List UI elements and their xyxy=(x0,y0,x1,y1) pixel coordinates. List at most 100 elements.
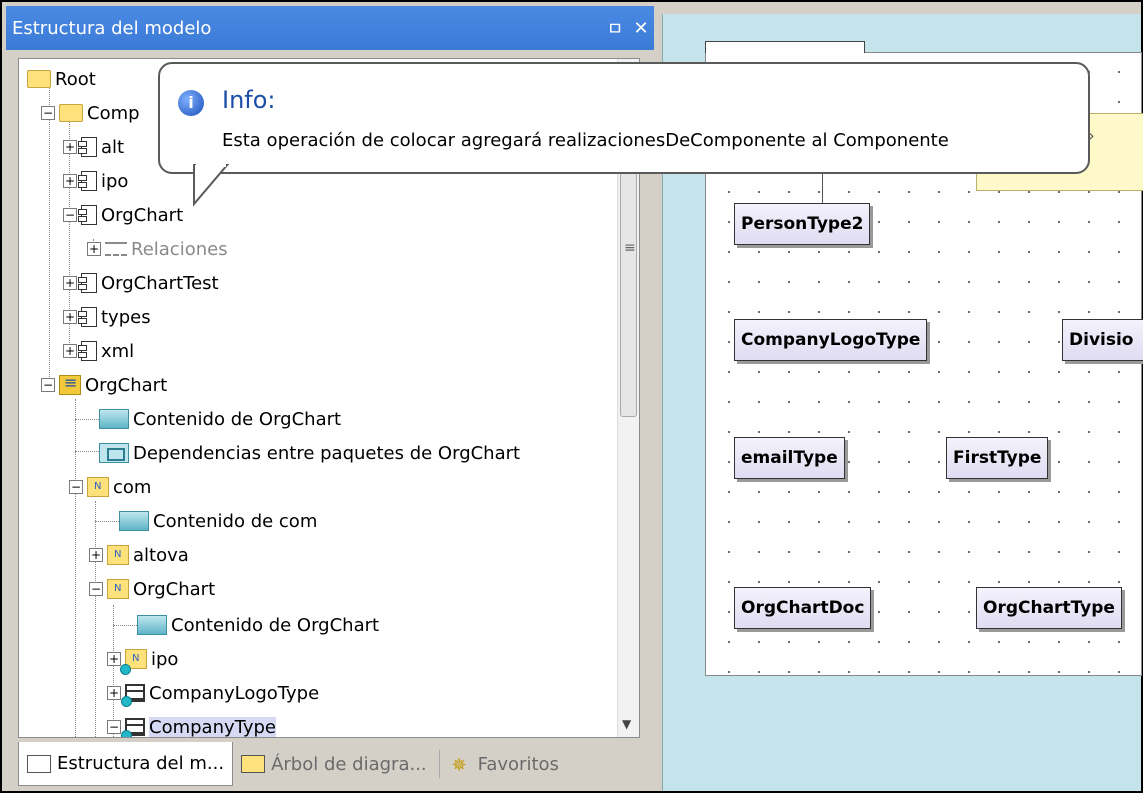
tree-item-label: xml xyxy=(101,340,135,362)
tooltip-text: Esta operación de colocar agregará reali… xyxy=(222,130,949,151)
panel-title: Estructura del modelo xyxy=(12,17,212,39)
diagram-tree-icon xyxy=(241,755,266,773)
class-icon xyxy=(121,684,145,707)
tree-item-label: OrgChart xyxy=(85,374,168,396)
tree-item-altova-component[interactable]: + alt xyxy=(63,131,124,163)
close-icon[interactable]: ✕ xyxy=(628,18,654,39)
tree-item-relations[interactable]: + Relaciones xyxy=(87,233,228,265)
class-name: OrgChartType xyxy=(983,598,1115,618)
tree-item-label: Contenido de com xyxy=(153,510,318,532)
tree-item-companylogotype-class[interactable]: + CompanyLogoType xyxy=(107,677,319,709)
tree-item-orgchart-package-content-diagram[interactable]: Contenido de OrgChart xyxy=(137,609,379,641)
collapse-icon[interactable]: − xyxy=(89,582,103,596)
tab-separator xyxy=(438,750,440,778)
collapse-icon[interactable]: − xyxy=(41,106,55,120)
info-icon: i xyxy=(178,90,204,116)
component-icon xyxy=(78,137,97,157)
tree-item-orgchart-model[interactable]: − OrgChart xyxy=(41,369,167,401)
tree-item-label: Relaciones xyxy=(131,238,228,260)
tree-item-xml-component[interactable]: + xml xyxy=(63,335,134,367)
collapse-icon[interactable]: − xyxy=(69,480,83,494)
class-box-orgcharttype[interactable]: OrgChartType xyxy=(976,587,1122,629)
tree-item-companytype-class[interactable]: − CompanyType xyxy=(107,711,276,738)
collapse-icon[interactable]: − xyxy=(63,208,77,222)
class-box-orgchartdoc[interactable]: OrgChartDoc xyxy=(734,587,872,629)
tree-line xyxy=(75,419,99,420)
expand-icon[interactable]: + xyxy=(107,686,121,700)
expand-icon[interactable]: + xyxy=(87,242,101,256)
package-icon xyxy=(107,545,129,565)
tree-item-label: Contenido de OrgChart xyxy=(133,408,342,430)
tree-item-component-folder[interactable]: − Comp xyxy=(41,97,140,129)
tree-item-label: alt xyxy=(101,136,125,158)
tree-item-orgchart-component[interactable]: − OrgChart xyxy=(63,199,183,231)
expand-icon[interactable]: + xyxy=(107,652,121,666)
tree-item-altova-package[interactable]: + altova xyxy=(89,539,189,571)
tree-item-label: com xyxy=(113,476,152,498)
package-icon xyxy=(107,579,129,599)
component-icon xyxy=(78,341,97,361)
folder-icon xyxy=(27,70,51,88)
expand-icon[interactable]: + xyxy=(89,548,103,562)
class-name: Divisio xyxy=(1069,330,1134,350)
model-package-icon xyxy=(59,373,81,395)
class-box-companylogotype[interactable]: CompanyLogoType xyxy=(734,319,928,361)
tree-line xyxy=(95,521,119,522)
component-icon xyxy=(78,273,97,293)
tab-diagram-tree[interactable]: Árbol de diagra... xyxy=(233,742,435,786)
tree-item-orgchart-content-diagram[interactable]: Contenido de OrgChart xyxy=(99,403,341,435)
class-name: emailType xyxy=(741,448,838,468)
component-icon xyxy=(78,307,97,327)
tree-item-label: OrgChart xyxy=(133,578,216,600)
expand-icon[interactable]: + xyxy=(63,276,77,290)
class-box-division[interactable]: Divisio xyxy=(1062,319,1143,361)
favorites-icon: ✵ xyxy=(451,755,467,776)
tree-item-label: OrgChart xyxy=(101,204,184,226)
tree-item-label: CompanyLogoType xyxy=(149,682,320,704)
tree-item-orgchart-package[interactable]: − OrgChart xyxy=(89,573,215,605)
class-name: FirstType xyxy=(953,448,1042,468)
tree-item-package-dependencies-diagram[interactable]: Dependencias entre paquetes de OrgChart xyxy=(99,437,520,469)
expand-icon[interactable]: + xyxy=(63,140,77,154)
model-tree-icon xyxy=(27,754,51,773)
package-dependency-diagram-icon xyxy=(99,443,129,463)
tree-item-label: CompanyType xyxy=(149,716,276,738)
tree-item-label: ipo xyxy=(101,170,129,192)
tab-label: Árbol de diagra... xyxy=(271,753,427,775)
info-tooltip: i Info: Esta operación de colocar agrega… xyxy=(158,62,1090,174)
tree-item-ipo-package[interactable]: + ipo xyxy=(107,643,178,675)
tab-favorites[interactable]: ✵ Favoritos xyxy=(444,742,567,786)
class-name: CompanyLogoType xyxy=(741,330,921,350)
tab-label: Estructura del m... xyxy=(57,753,225,774)
relations-icon xyxy=(105,242,127,256)
scroll-down-arrow-icon[interactable]: ▼ xyxy=(622,717,631,731)
tab-label: Favoritos xyxy=(477,753,559,775)
tree-item-types-component[interactable]: + types xyxy=(63,301,151,333)
tree-item-root[interactable]: Root xyxy=(27,63,96,95)
package-icon xyxy=(87,477,109,497)
tree-item-label: altova xyxy=(133,544,189,566)
tree-item-ipo-component[interactable]: + ipo xyxy=(63,165,128,197)
diagram-icon xyxy=(119,511,149,531)
expand-icon[interactable]: + xyxy=(63,344,77,358)
expand-icon[interactable]: + xyxy=(63,174,77,188)
diagram-icon xyxy=(99,409,129,429)
expand-icon[interactable]: + xyxy=(63,310,77,324)
panel-title-bar: Estructura del modelo ㅁ ✕ xyxy=(6,6,654,50)
class-icon xyxy=(121,718,145,737)
component-icon xyxy=(78,205,97,225)
class-box-persontype2[interactable]: PersonType2 xyxy=(734,203,871,245)
class-box-firsttype[interactable]: FirstType xyxy=(946,437,1049,479)
pin-icon[interactable]: ㅁ xyxy=(602,15,628,41)
tree-item-orgcharttest-component[interactable]: + OrgChartTest xyxy=(63,267,219,299)
class-box-emailtype[interactable]: emailType xyxy=(734,437,845,479)
diagram-icon xyxy=(137,615,167,635)
class-name: OrgChartDoc xyxy=(741,598,865,618)
tab-model-tree[interactable]: Estructura del m... xyxy=(18,742,234,786)
tooltip-pointer xyxy=(193,164,230,207)
tree-item-com-content-diagram[interactable]: Contenido de com xyxy=(119,505,317,537)
collapse-icon[interactable]: − xyxy=(107,720,121,734)
collapse-icon[interactable]: − xyxy=(41,378,55,392)
tree-item-com-package[interactable]: − com xyxy=(69,471,151,503)
connector-line xyxy=(822,171,823,203)
